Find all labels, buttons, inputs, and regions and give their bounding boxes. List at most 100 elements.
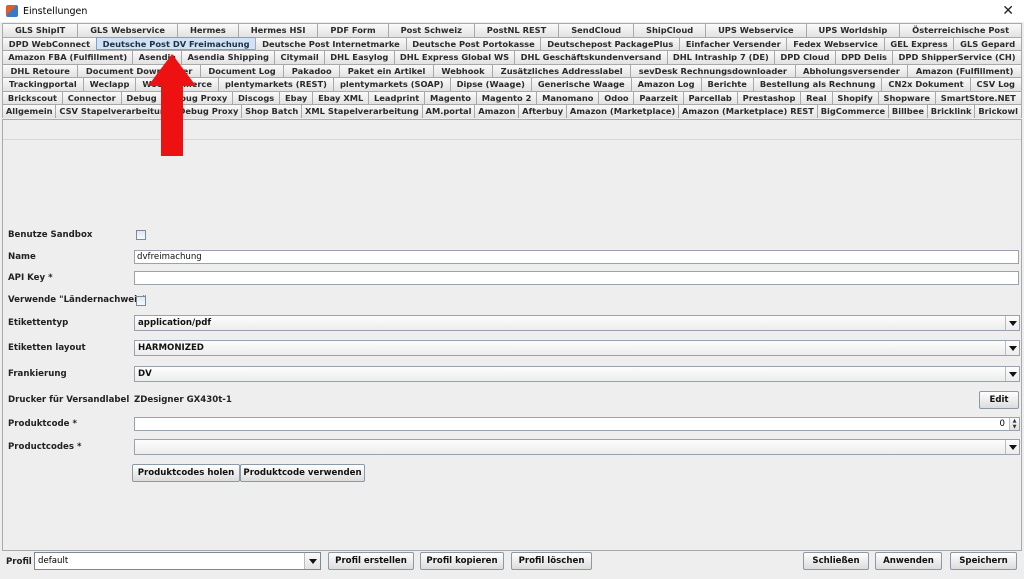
tab[interactable]: Deutsche Post Internetmarke [255, 36, 407, 50]
tab[interactable]: Brickowl [974, 104, 1022, 118]
profil-erstellen-button[interactable]: Profil erstellen [328, 552, 414, 570]
tab[interactable]: GLS Gepard [953, 36, 1022, 50]
tab[interactable]: DPD Delis [834, 50, 894, 64]
tab[interactable]: Post Schweiz [387, 23, 475, 37]
tab[interactable]: Prestashop [736, 90, 802, 104]
chevron-down-icon[interactable] [1005, 440, 1019, 454]
tab[interactable]: Deutsche Post DV Freimachung [95, 36, 257, 50]
tab[interactable]: Real [800, 90, 833, 104]
anwenden-button[interactable]: Anwenden [875, 552, 942, 570]
tab[interactable]: Magento 2 [475, 90, 538, 104]
tab[interactable]: Amazon [474, 104, 520, 118]
tab[interactable]: Amazon Log [630, 77, 702, 91]
tab[interactable]: Citymail [274, 50, 325, 64]
tab[interactable]: Bestellung als Rechnung [752, 77, 883, 91]
tab[interactable]: Leadprint [368, 90, 426, 104]
chevron-down-icon[interactable]: ▼ [1010, 424, 1019, 430]
tab[interactable]: Fedex Webservice [786, 36, 885, 50]
tab[interactable]: Brickscout [2, 90, 63, 104]
tab[interactable]: Shopware [877, 90, 936, 104]
tab[interactable]: DHL Intraship 7 (DE) [666, 50, 776, 64]
productcodes-select[interactable] [134, 439, 1020, 455]
tab[interactable]: CN2x Dokument [881, 77, 971, 91]
tab[interactable]: Billbee [888, 104, 928, 118]
tab[interactable]: DHL Easylog [324, 50, 395, 64]
apikey-input[interactable] [134, 271, 1019, 285]
tab[interactable]: Document Log [199, 63, 285, 77]
tab[interactable]: DHL Geschäftskundenversand [514, 50, 668, 64]
tab[interactable]: Abholungsversender [794, 63, 909, 77]
tab[interactable]: Shopify [831, 90, 879, 104]
tab[interactable]: GEL Express [883, 36, 955, 50]
tab[interactable]: Zusätzliches Addresslabel [492, 63, 632, 77]
chevron-down-icon[interactable] [1005, 367, 1019, 381]
tab[interactable]: Afterbuy [518, 104, 568, 118]
tab[interactable]: Dipse (Waage) [449, 77, 532, 91]
produktcodes-holen-button[interactable]: Produktcodes holen [132, 464, 240, 482]
tab[interactable]: Einfacher Versender [679, 36, 788, 50]
tab[interactable]: Österreichische Post [899, 23, 1022, 37]
tab[interactable]: BigCommerce [816, 104, 890, 118]
produktcode-verwenden-button[interactable]: Produktcode verwenden [240, 464, 365, 482]
produktcode-stepper[interactable]: 0 ▲ ▼ [134, 417, 1020, 431]
speichern-button[interactable]: Speichern [950, 552, 1017, 570]
frankierung-select[interactable]: DV [134, 366, 1020, 382]
schliessen-button[interactable]: Schließen [803, 552, 869, 570]
tab[interactable]: DHL Retoure [2, 63, 79, 77]
etiketten-layout-select[interactable]: HARMONIZED [134, 340, 1020, 356]
tab[interactable]: Shop Batch [241, 104, 303, 118]
tab[interactable]: Magento [424, 90, 477, 104]
tab[interactable]: plentymarkets (REST) [217, 77, 334, 91]
tab[interactable]: Generische Waage [530, 77, 632, 91]
tab[interactable]: Trackingportal [2, 77, 84, 91]
tab[interactable]: GLS Webservice [77, 23, 178, 37]
tab[interactable]: SmartStore.NET [934, 90, 1022, 104]
tab[interactable]: Webhook [432, 63, 494, 77]
tab[interactable]: Amazon (Marketplace) [566, 104, 680, 118]
tab[interactable]: Connector [61, 90, 122, 104]
tab[interactable]: Berichte [700, 77, 754, 91]
tab[interactable]: Hermes [177, 23, 239, 37]
tab[interactable]: PostNL REST [473, 23, 560, 37]
tab[interactable]: GLS ShipIT [2, 23, 79, 37]
close-icon[interactable]: ✕ [1002, 2, 1014, 20]
tab[interactable]: Paarzeit [633, 90, 684, 104]
tab[interactable]: UPS Webservice [705, 23, 807, 37]
tab[interactable]: Amazon FBA (Fulfillment) [2, 50, 134, 64]
tab[interactable]: SendCloud [558, 23, 635, 37]
tab[interactable]: Manomano [536, 90, 600, 104]
tab[interactable]: DPD WebConnect [2, 36, 97, 50]
profil-kopieren-button[interactable]: Profil kopieren [420, 552, 504, 570]
tab[interactable]: AM.portal [421, 104, 476, 118]
laendernachweis-checkbox[interactable] [136, 296, 146, 306]
tab[interactable]: Discogs [232, 90, 281, 104]
tab[interactable]: Odoo [598, 90, 635, 104]
tab[interactable]: Weclapp [82, 77, 137, 91]
tab[interactable]: Parcellab [682, 90, 738, 104]
tab[interactable]: Allgemein [2, 104, 57, 118]
tab[interactable]: Amazon (Marketplace) REST [678, 104, 818, 118]
name-input[interactable]: dvfreimachung [134, 250, 1019, 264]
tab[interactable]: UPS Worldship [805, 23, 901, 37]
profil-loeschen-button[interactable]: Profil löschen [511, 552, 592, 570]
tab[interactable]: Pakadoo [283, 63, 341, 77]
tab[interactable]: DPD ShipperService (CH) [892, 50, 1022, 64]
chevron-down-icon[interactable] [304, 553, 320, 569]
tab[interactable]: DPD Cloud [774, 50, 836, 64]
tab[interactable]: Bricklink [926, 104, 976, 118]
edit-button[interactable]: Edit [979, 391, 1019, 409]
tab[interactable]: Amazon (Fulfillment) [907, 63, 1022, 77]
etikettentyp-select[interactable]: application/pdf [134, 315, 1020, 331]
chevron-down-icon[interactable] [1005, 341, 1019, 355]
tab[interactable]: Hermes HSI [237, 23, 319, 37]
tab[interactable]: PDF Form [317, 23, 389, 37]
tab[interactable]: CSV Log [969, 77, 1022, 91]
tab[interactable]: Ebay XML [312, 90, 370, 104]
tab[interactable]: Deutsche Post Portokasse [405, 36, 542, 50]
chevron-down-icon[interactable] [1005, 316, 1019, 330]
profil-select[interactable]: default [34, 552, 321, 570]
tab[interactable]: Paket ein Artikel [339, 63, 434, 77]
tab[interactable]: Deutschepost PackagePlus [540, 36, 681, 50]
sandbox-checkbox[interactable] [136, 230, 146, 240]
tab[interactable]: Ebay [279, 90, 314, 104]
